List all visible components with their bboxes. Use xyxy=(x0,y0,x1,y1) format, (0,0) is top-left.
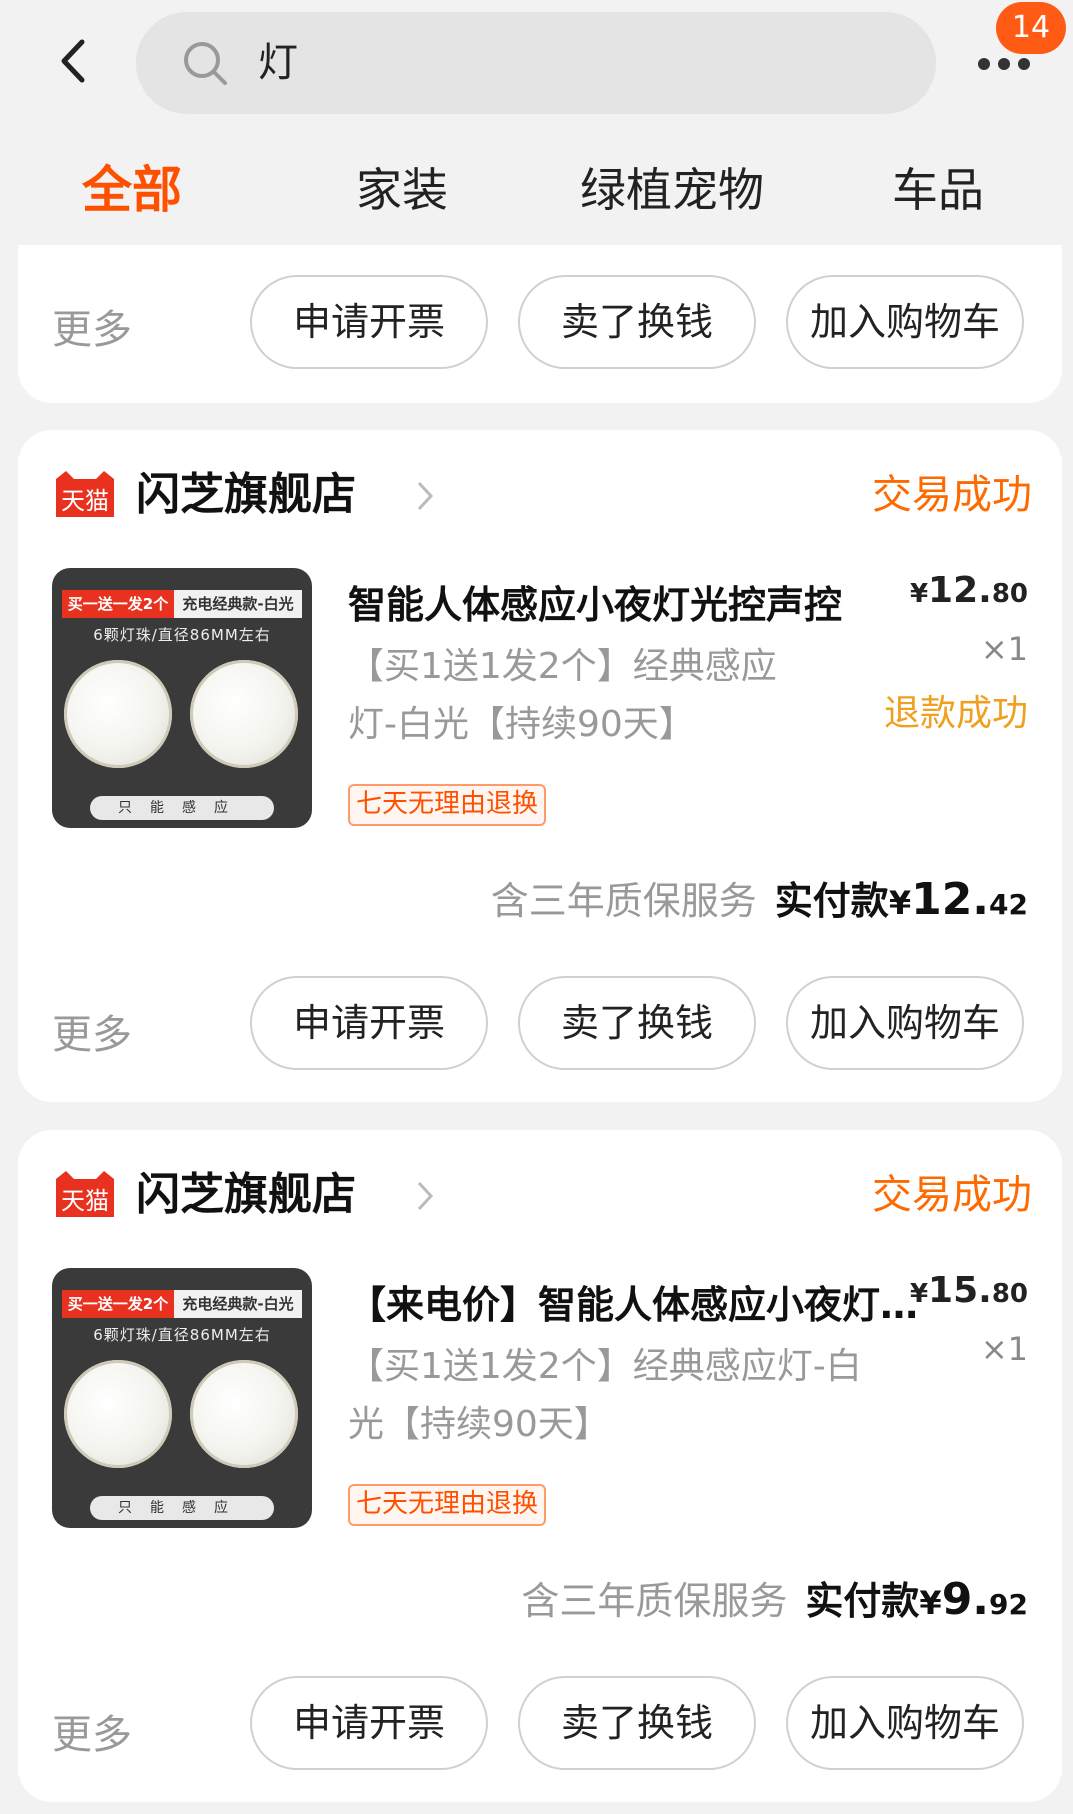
unit-price: ¥15.80 xyxy=(909,1270,1028,1311)
light-disc xyxy=(190,1360,298,1468)
top-bar: 灯 14 全部 家装 绿植宠物 车品 xyxy=(0,0,1073,245)
chevron-right-icon xyxy=(414,479,436,513)
quantity: ×1 xyxy=(980,630,1028,668)
payment-summary: 含三年质保服务 实付款¥12.42 xyxy=(490,874,1028,925)
product-spec-line: 【买1送1发2个】经典感应灯-白 xyxy=(348,1346,862,1387)
tmall-logo-icon: 天猫 xyxy=(52,469,118,521)
thumb-banner-red: 买一送一发2个 xyxy=(62,590,174,618)
order-card: 天猫 闪芝旗舰店 交易成功 买一送一发2个 充电经典款-白光 6颗灯珠/直径86… xyxy=(18,430,1062,1102)
product-spec-line: 【买1送1发2个】经典感应 xyxy=(348,646,777,687)
add-to-cart-button[interactable]: 加入购物车 xyxy=(786,976,1024,1070)
shop-name[interactable]: 闪芝旗舰店 xyxy=(136,1165,356,1225)
product-title[interactable]: 【来电价】智能人体感应小夜灯光控 xyxy=(348,1278,920,1332)
dot xyxy=(1018,58,1030,70)
search-icon xyxy=(182,40,228,86)
shop-name[interactable]: 闪芝旗舰店 xyxy=(136,465,356,525)
light-disc xyxy=(64,660,172,768)
paid-amount: 9. xyxy=(941,1574,990,1625)
paid-amount: 12. xyxy=(911,874,990,925)
search-query-text: 灯 xyxy=(258,40,298,86)
dot xyxy=(998,58,1010,70)
product-spec-line: 灯-白光【持续90天】 xyxy=(348,704,695,745)
product-title[interactable]: 智能人体感应小夜灯光控声控 xyxy=(348,578,884,632)
dot xyxy=(978,58,990,70)
tab-home-decor[interactable]: 家装 xyxy=(356,150,448,230)
notification-badge: 14 xyxy=(996,2,1066,54)
paid-label: 实付款 xyxy=(774,879,889,923)
invoice-button[interactable]: 申请开票 xyxy=(250,1676,488,1770)
thumb-banner: 买一送一发2个 充电经典款-白光 xyxy=(62,1290,302,1318)
order-status: 交易成功 xyxy=(872,472,1032,518)
tab-plants-pets[interactable]: 绿植宠物 xyxy=(580,150,764,230)
thumb-subtitle: 6颗灯珠/直径86MM左右 xyxy=(93,1326,271,1344)
light-disc xyxy=(190,660,298,768)
product-spec-line: 光【持续90天】 xyxy=(348,1404,610,1445)
resell-button[interactable]: 卖了换钱 xyxy=(518,976,756,1070)
tmall-logo-text: 天猫 xyxy=(61,487,109,515)
tmall-logo-icon: 天猫 xyxy=(52,1169,118,1221)
more-link[interactable]: 更多 xyxy=(52,297,132,355)
paid-label: 实付款 xyxy=(805,1579,920,1623)
chevron-right-icon xyxy=(414,1179,436,1213)
return-policy-tag: 七天无理由退换 xyxy=(348,784,547,826)
order-card-partial: 更多 申请开票 卖了换钱 加入购物车 xyxy=(18,245,1062,403)
add-to-cart-button[interactable]: 加入购物车 xyxy=(786,275,1024,369)
thumb-banner-white: 充电经典款-白光 xyxy=(174,590,302,618)
resell-button[interactable]: 卖了换钱 xyxy=(518,1676,756,1770)
order-card: 天猫 闪芝旗舰店 交易成功 买一送一发2个 充电经典款-白光 6颗灯珠/直径86… xyxy=(18,1130,1062,1802)
payment-summary: 含三年质保服务 实付款¥9.92 xyxy=(521,1574,1028,1625)
search-input[interactable]: 灯 xyxy=(136,12,936,114)
thumb-footer: 只能感应 xyxy=(90,796,274,820)
warranty-service: 含三年质保服务 xyxy=(490,879,757,923)
tab-all[interactable]: 全部 xyxy=(82,150,182,230)
invoice-button[interactable]: 申请开票 xyxy=(250,275,488,369)
invoice-button[interactable]: 申请开票 xyxy=(250,976,488,1070)
more-link[interactable]: 更多 xyxy=(52,1702,132,1760)
tab-car[interactable]: 车品 xyxy=(892,150,984,230)
add-to-cart-button[interactable]: 加入购物车 xyxy=(786,1676,1024,1770)
thumb-banner: 买一送一发2个 充电经典款-白光 xyxy=(62,590,302,618)
product-thumbnail[interactable]: 买一送一发2个 充电经典款-白光 6颗灯珠/直径86MM左右 只能感应 xyxy=(52,1268,312,1528)
warranty-service: 含三年质保服务 xyxy=(521,1579,788,1623)
thumb-banner-white: 充电经典款-白光 xyxy=(174,1290,302,1318)
shop-header[interactable]: 天猫 闪芝旗舰店 交易成功 xyxy=(52,465,1032,525)
order-status: 交易成功 xyxy=(872,1172,1032,1218)
light-disc xyxy=(64,1360,172,1468)
unit-price: ¥12.80 xyxy=(909,570,1028,611)
quantity: ×1 xyxy=(980,1330,1028,1368)
thumb-banner-red: 买一送一发2个 xyxy=(62,1290,174,1318)
shop-header[interactable]: 天猫 闪芝旗舰店 交易成功 xyxy=(52,1165,1032,1225)
thumb-subtitle: 6颗灯珠/直径86MM左右 xyxy=(93,626,271,644)
thumb-footer: 只能感应 xyxy=(90,1496,274,1520)
product-thumbnail[interactable]: 买一送一发2个 充电经典款-白光 6颗灯珠/直径86MM左右 只能感应 xyxy=(52,568,312,828)
category-tabs: 全部 家装 绿植宠物 车品 xyxy=(0,150,1073,230)
more-link[interactable]: 更多 xyxy=(52,1002,132,1060)
resell-button[interactable]: 卖了换钱 xyxy=(518,275,756,369)
refund-status[interactable]: 退款成功 xyxy=(884,684,1028,736)
back-arrow-icon[interactable] xyxy=(50,36,100,86)
tmall-logo-text: 天猫 xyxy=(61,1187,109,1215)
return-policy-tag: 七天无理由退换 xyxy=(348,1484,547,1526)
